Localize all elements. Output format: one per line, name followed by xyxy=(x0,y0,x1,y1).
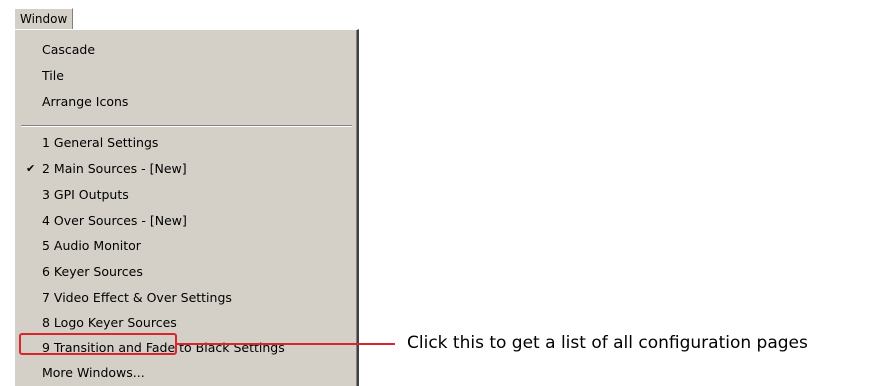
menu-item-label: Tile xyxy=(42,68,64,83)
menu-item-label: 2 Main Sources - [New] xyxy=(42,161,187,176)
menu-item-arrange-icons[interactable]: Arrange Icons xyxy=(15,90,355,114)
menu-item-label: 7 Video Effect & Over Settings xyxy=(42,290,232,305)
menu-item-label: 6 Keyer Sources xyxy=(42,264,143,279)
menu-item-main-sources[interactable]: ✔ 2 Main Sources - [New] xyxy=(15,157,355,181)
menu-item-label: 1 General Settings xyxy=(42,135,159,150)
menu-item-gpi-outputs[interactable]: 3 GPI Outputs xyxy=(15,183,355,207)
menu-item-more-windows[interactable]: More Windows... xyxy=(15,361,355,385)
menu-item-label: Cascade xyxy=(42,42,96,57)
menu-item-logo-keyer-sources[interactable]: 8 Logo Keyer Sources xyxy=(15,311,355,335)
callout-highlight-box xyxy=(19,333,177,355)
menu-item-label: 5 Audio Monitor xyxy=(42,238,141,253)
menu-item-cascade[interactable]: Cascade xyxy=(15,38,355,62)
callout-annotation-text: Click this to get a list of all configur… xyxy=(407,333,808,353)
menu-item-label: 8 Logo Keyer Sources xyxy=(42,315,177,330)
menu-item-general-settings[interactable]: 1 General Settings xyxy=(15,131,355,155)
menu-separator xyxy=(21,125,352,127)
menu-item-label: Arrange Icons xyxy=(42,94,129,109)
window-menu-title[interactable]: Window xyxy=(14,8,74,30)
menu-item-audio-monitor[interactable]: 5 Audio Monitor xyxy=(15,234,355,258)
menu-item-video-effect-over-settings[interactable]: 7 Video Effect & Over Settings xyxy=(15,286,355,310)
callout-connector-line xyxy=(177,343,395,345)
menu-item-label: More Windows... xyxy=(42,365,145,380)
menu-item-label: 4 Over Sources - [New] xyxy=(42,213,187,228)
screenshot-stage: Window Cascade Tile Arrange Icons 1 Gene… xyxy=(0,0,875,386)
menu-item-tile[interactable]: Tile xyxy=(15,64,355,88)
menu-item-label: 3 GPI Outputs xyxy=(42,187,129,202)
menu-item-keyer-sources[interactable]: 6 Keyer Sources xyxy=(15,260,355,284)
menu-item-over-sources[interactable]: 4 Over Sources - [New] xyxy=(15,209,355,233)
checkmark-icon: ✔ xyxy=(26,162,36,175)
